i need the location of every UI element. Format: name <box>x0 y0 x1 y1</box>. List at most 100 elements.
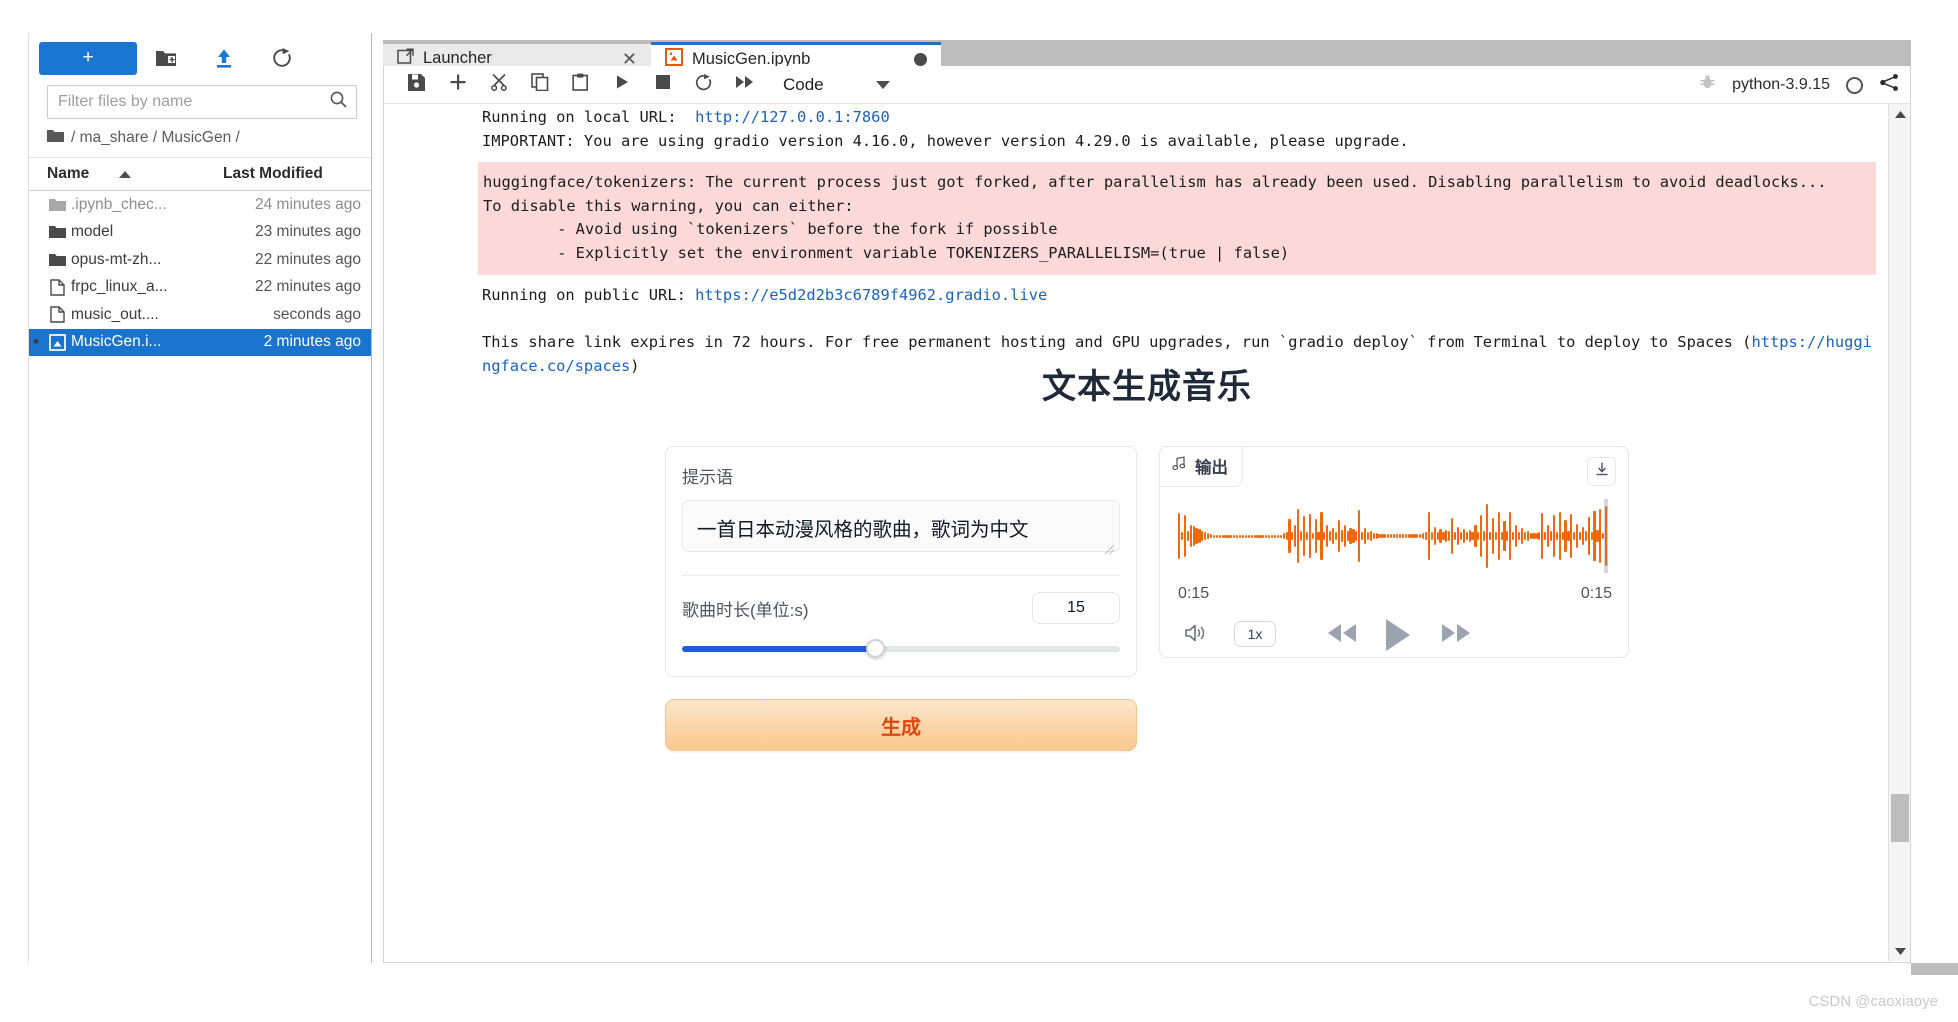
search-input[interactable] <box>58 93 329 111</box>
run-cell-button[interactable] <box>601 68 642 102</box>
paste-button[interactable] <box>560 68 601 102</box>
waveform-bar <box>1239 534 1242 538</box>
waveform-bar <box>1485 504 1489 568</box>
waveform-bar <box>1413 534 1416 538</box>
play-button[interactable] <box>1382 617 1414 658</box>
waveform-bar <box>1436 532 1439 540</box>
save-button[interactable] <box>396 68 437 102</box>
prompt-textarea-wrap <box>682 500 1120 557</box>
save-icon <box>408 73 425 96</box>
file-icon <box>43 279 71 296</box>
waveform-bar <box>1265 534 1268 538</box>
column-header-name[interactable]: Name <box>29 165 223 183</box>
restart-run-all-icon <box>735 75 755 94</box>
upload-button[interactable] <box>195 42 253 75</box>
audio-waveform[interactable] <box>1178 499 1608 573</box>
generate-button[interactable]: 生成 <box>665 699 1137 751</box>
waveform-bar <box>1488 532 1492 540</box>
restart-run-all-button[interactable] <box>724 68 765 102</box>
new-launcher-button[interactable]: + <box>39 41 137 75</box>
waveform-bar <box>1445 530 1448 542</box>
waveform-bar <box>1567 530 1570 542</box>
kernel-name[interactable]: python-3.9.15 <box>1732 76 1830 94</box>
waveform-bar <box>1221 534 1224 538</box>
fast-forward-button[interactable] <box>1440 622 1472 649</box>
waveform-bar <box>1520 527 1524 545</box>
bug-icon[interactable] <box>1699 74 1716 96</box>
waveform-bar <box>1576 524 1579 548</box>
file-list-item[interactable]: model 23 minutes ago <box>29 219 371 247</box>
scroll-up-icon[interactable] <box>1889 104 1910 124</box>
waveform-bar <box>1416 534 1419 538</box>
file-filter[interactable] <box>47 85 357 119</box>
refresh-button[interactable] <box>253 42 311 75</box>
unsaved-indicator-icon <box>914 52 927 66</box>
resize-handle-icon[interactable] <box>1104 542 1115 555</box>
file-modified: 22 minutes ago <box>255 278 361 296</box>
scrollbar-thumb[interactable] <box>1891 794 1909 842</box>
close-icon[interactable]: ✕ <box>622 50 637 68</box>
file-list-header: Name Last Modified <box>29 157 371 191</box>
waveform-bar <box>1526 530 1529 542</box>
file-name: model <box>71 223 114 241</box>
local-url-link[interactable]: http://127.0.0.1:7860 <box>695 108 890 126</box>
waveform-bar <box>1331 527 1335 545</box>
new-folder-button[interactable] <box>137 42 195 75</box>
duration-label: 歌曲时长(单位:s) <box>682 600 809 620</box>
waveform-bar <box>1285 531 1288 541</box>
waveform-bar <box>1256 534 1259 538</box>
stop-kernel-button[interactable] <box>642 68 683 102</box>
waveform-bar <box>1317 531 1320 541</box>
duration-number-input[interactable]: 15 <box>1032 592 1120 624</box>
speed-label: 1x <box>1247 626 1263 642</box>
breadcrumb-path[interactable]: / ma_share / MusicGen / <box>71 129 240 147</box>
file-list-item[interactable]: • MusicGen.i... 2 minutes ago <box>29 328 371 356</box>
file-list-item[interactable]: music_out.... seconds ago <box>29 301 371 329</box>
slider-handle[interactable] <box>865 639 885 658</box>
waveform-bar <box>1180 532 1184 540</box>
playback-speed-button[interactable]: 1x <box>1234 621 1276 647</box>
download-button[interactable] <box>1587 457 1616 486</box>
file-list-item[interactable]: frpc_linux_a... 22 minutes ago <box>29 274 371 302</box>
file-list-item[interactable]: opus-mt-zh... 22 minutes ago <box>29 246 371 274</box>
insert-cell-button[interactable] <box>437 68 478 102</box>
new-folder-icon <box>155 48 177 68</box>
file-list-item[interactable]: .ipynb_chec... 24 minutes ago <box>29 191 371 219</box>
waveform-bar <box>1430 531 1433 541</box>
waveform-bar <box>1311 533 1314 539</box>
waveform-bar <box>1590 532 1593 540</box>
scroll-down-icon[interactable] <box>1889 941 1910 961</box>
waveform-bar <box>1355 530 1358 542</box>
waveform-bar <box>1587 516 1590 556</box>
waveform-bar <box>1393 534 1396 538</box>
waveform-bar <box>1195 527 1198 545</box>
waveform-bar <box>1282 533 1285 539</box>
waveform-bar <box>1381 534 1384 538</box>
share-icon[interactable] <box>1879 73 1900 97</box>
waveform-bar <box>1395 534 1399 538</box>
waveform-bar <box>1509 512 1512 560</box>
time-total: 0:15 <box>1580 585 1612 602</box>
cell-type-dropdown[interactable]: Code <box>783 75 890 95</box>
waveform-bar <box>1326 524 1329 548</box>
waveform-bar <box>1302 516 1306 556</box>
duration-slider[interactable] <box>682 639 1120 658</box>
kernel-status-icon[interactable] <box>1846 76 1863 94</box>
waveform-bar <box>1491 518 1494 554</box>
rewind-button[interactable] <box>1326 622 1358 649</box>
cut-button[interactable] <box>478 68 519 102</box>
waveform-bar <box>1291 532 1294 540</box>
waveform-bar <box>1346 530 1349 542</box>
notebook-scrollbar[interactable] <box>1888 104 1910 961</box>
breadcrumb[interactable]: / ma_share / MusicGen / <box>29 119 371 157</box>
restart-kernel-button[interactable] <box>683 68 724 102</box>
copy-button[interactable] <box>519 68 560 102</box>
gradio-input-column: 提示语 歌曲时长(单位:s) <box>665 446 1137 751</box>
public-url-link[interactable]: https://e5d2d2b3c6789f4962.gradio.live <box>695 286 1047 304</box>
waveform-bar <box>1570 513 1573 559</box>
prompt-input[interactable] <box>682 500 1120 552</box>
input-card: 提示语 歌曲时长(单位:s) <box>665 446 1137 677</box>
audio-output-card: 输出 0:15 0:15 1x <box>1159 446 1629 658</box>
column-header-modified[interactable]: Last Modified <box>223 165 371 183</box>
volume-icon[interactable] <box>1184 621 1210 650</box>
